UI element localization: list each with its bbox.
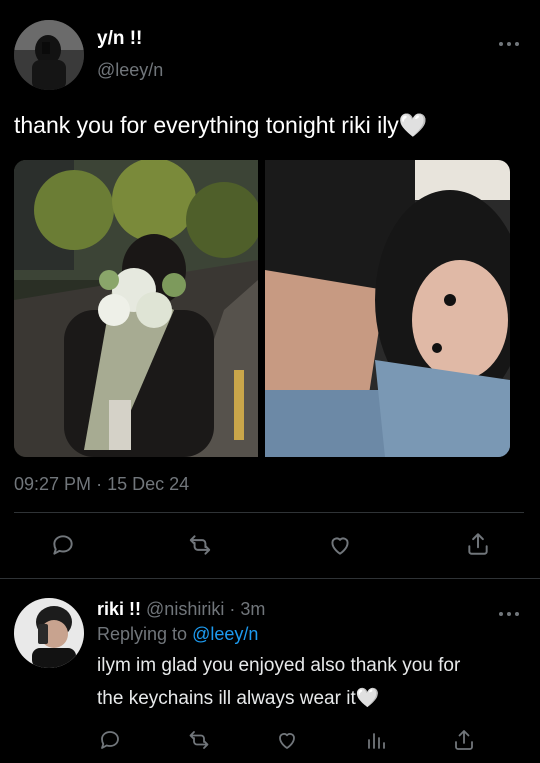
divider [14, 512, 524, 513]
author-handle[interactable]: @leey/n [97, 60, 163, 81]
timestamp-separator: · [96, 474, 103, 494]
retweet-icon[interactable] [186, 532, 214, 558]
author-avatar[interactable] [14, 20, 84, 90]
more-icon[interactable] [498, 606, 520, 622]
like-icon[interactable] [326, 532, 354, 558]
reply-text-line-2: the keychains ill always wear it🤍 [97, 688, 380, 709]
retweet-icon[interactable] [186, 728, 212, 752]
replying-to-handle[interactable]: @leey/n [192, 624, 258, 644]
couple-selfie-photo[interactable] [265, 160, 510, 457]
reply-header: riki !! @nishiriki · 3m [97, 599, 265, 620]
more-icon[interactable] [498, 36, 520, 52]
views-icon[interactable] [364, 728, 388, 752]
reply-handle[interactable]: @nishiriki [146, 599, 224, 619]
reply-avatar-image [14, 598, 84, 668]
tweet-time: 09:27 PM [14, 474, 92, 494]
reply-age[interactable]: 3m [240, 599, 265, 619]
tweet-date: 15 Dec 24 [107, 474, 190, 494]
divider [0, 578, 540, 579]
reply-text-line-1: ilym im glad you enjoyed also thank you … [97, 655, 461, 676]
reply-separator: · [229, 599, 236, 619]
author-avatar-image [14, 20, 84, 90]
tweet-text: thank you for everything tonight riki il… [14, 112, 428, 138]
tweet-timestamp[interactable]: 09:27 PM · 15 Dec 24 [14, 474, 189, 495]
reply-display-name[interactable]: riki !! [97, 599, 141, 619]
like-icon[interactable] [274, 728, 300, 752]
author-display-name[interactable]: y/n !! [97, 28, 142, 50]
replying-to: Replying to @leey/n [97, 624, 258, 645]
replying-to-label: Replying to [97, 624, 188, 644]
reply-icon[interactable] [50, 532, 76, 558]
reply-icon[interactable] [98, 728, 122, 752]
share-icon[interactable] [452, 728, 476, 752]
reply-avatar[interactable] [14, 598, 84, 668]
share-icon[interactable] [465, 531, 491, 557]
bouquet-photo[interactable] [14, 160, 258, 457]
